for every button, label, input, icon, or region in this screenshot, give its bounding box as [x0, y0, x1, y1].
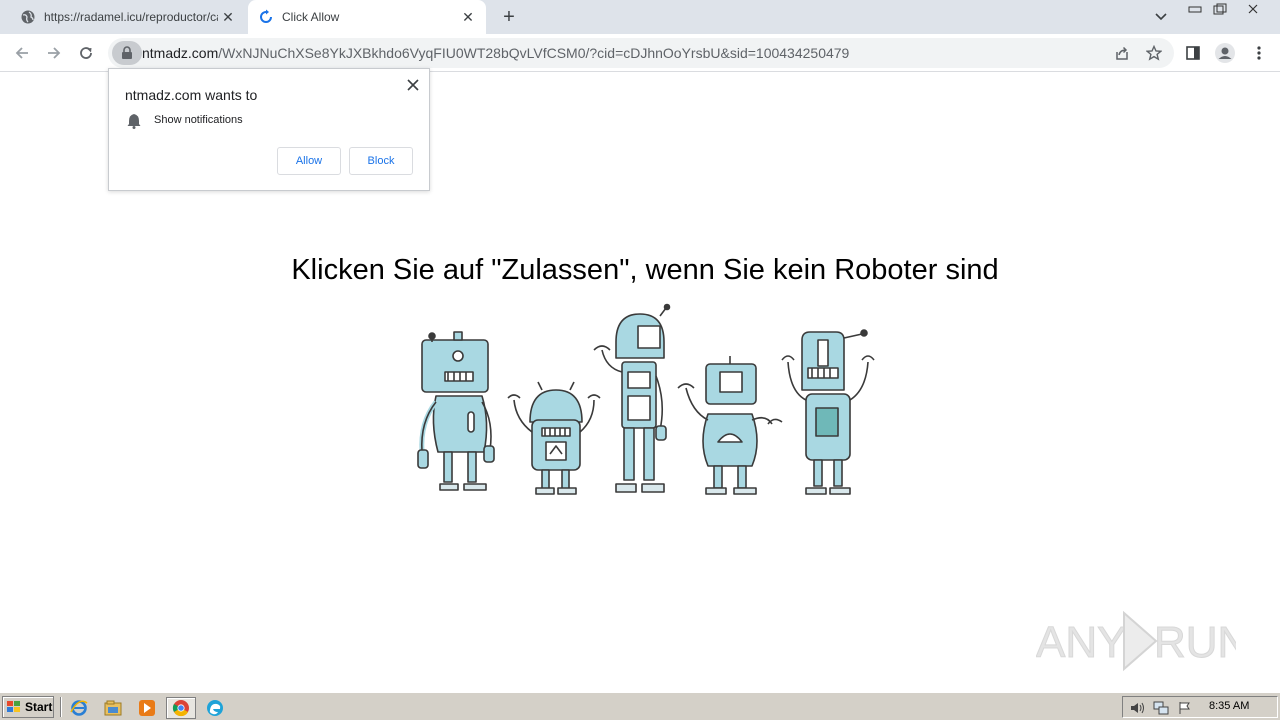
close-window-icon[interactable] — [1242, 1, 1264, 17]
network-icon[interactable] — [1153, 700, 1169, 716]
globe-icon — [20, 9, 36, 25]
kebab-menu-icon[interactable] — [1248, 42, 1270, 64]
ie-icon[interactable] — [68, 697, 90, 719]
robot-5 — [781, 329, 875, 495]
robot-2 — [507, 381, 601, 495]
explorer-icon[interactable] — [102, 697, 124, 719]
robots-illustration — [417, 303, 875, 495]
tab-label: https://radamel.icu/reproductor/can — [44, 10, 218, 24]
bell-icon — [127, 113, 141, 129]
loading-icon — [258, 9, 274, 25]
svg-text:RUN: RUN — [1154, 618, 1236, 667]
notification-permission-dialog: ntmadz.com wants to Show notifications A… — [108, 68, 430, 191]
profile-avatar-icon[interactable] — [1214, 42, 1236, 64]
permission-text: Show notifications — [154, 114, 243, 126]
url-host: ntmadz.com — [142, 45, 219, 61]
media-player-icon[interactable] — [136, 697, 158, 719]
side-panel-icon[interactable] — [1182, 42, 1204, 64]
browser-toolbar: ntmadz.com/WxNJNuChXSe8YkJXBkhdo6VyqFIU0… — [0, 34, 1280, 72]
start-button[interactable]: Start — [2, 696, 54, 718]
tab-close-icon[interactable]: ✕ — [218, 7, 238, 27]
minimize-icon[interactable] — [1184, 1, 1206, 17]
robot-4 — [677, 356, 783, 495]
dialog-title: ntmadz.com wants to — [125, 87, 258, 103]
reload-icon[interactable] — [74, 41, 98, 65]
action-center-flag-icon[interactable] — [1177, 700, 1193, 716]
url-text[interactable]: ntmadz.com/WxNJNuChXSe8YkJXBkhdo6VyqFIU0… — [142, 38, 849, 68]
tab-strip: https://radamel.icu/reproductor/can ✕ Cl… — [0, 0, 1280, 34]
restore-icon[interactable] — [1209, 1, 1231, 17]
tab-close-icon[interactable]: ✕ — [458, 7, 478, 27]
forward-arrow-icon[interactable] — [42, 41, 66, 65]
robot-1 — [417, 331, 495, 491]
taskbar-divider — [60, 697, 62, 717]
url-path: /WxNJNuChXSe8YkJXBkhdo6VyqFIU0WT28bQvLVf… — [218, 45, 850, 61]
robot-3 — [593, 303, 671, 493]
lock-icon[interactable] — [112, 41, 142, 65]
share-icon[interactable] — [1112, 43, 1132, 63]
allow-button[interactable]: Allow — [277, 147, 341, 175]
close-icon[interactable] — [405, 77, 421, 93]
anyrun-watermark-logo: ANY RUN — [1036, 610, 1236, 672]
volume-icon[interactable] — [1129, 700, 1145, 716]
bookmark-star-icon[interactable] — [1144, 43, 1164, 63]
start-label: Start — [25, 700, 53, 714]
taskbar: Start 8:35 AM — [0, 692, 1280, 720]
edge-icon[interactable] — [204, 697, 226, 719]
svg-text:ANY: ANY — [1036, 618, 1126, 667]
page-headline: Klicken Sie auf "Zulassen", wenn Sie kei… — [291, 254, 999, 286]
address-bar[interactable]: ntmadz.com/WxNJNuChXSe8YkJXBkhdo6VyqFIU0… — [108, 38, 1174, 68]
chevron-down-icon[interactable] — [1152, 8, 1170, 26]
clock[interactable]: 8:35 AM — [1209, 700, 1249, 712]
system-tray: 8:35 AM — [1122, 696, 1278, 718]
chrome-icon[interactable] — [166, 697, 196, 719]
block-button[interactable]: Block — [349, 147, 413, 175]
tab-click-allow[interactable]: Click Allow ✕ — [248, 0, 486, 34]
new-tab-button[interactable]: + — [498, 6, 520, 28]
tab-label: Click Allow — [282, 10, 340, 24]
tab-radamel[interactable]: https://radamel.icu/reproductor/can ✕ — [10, 0, 246, 34]
back-arrow-icon[interactable] — [10, 41, 34, 65]
windows-flag-icon — [6, 700, 22, 714]
